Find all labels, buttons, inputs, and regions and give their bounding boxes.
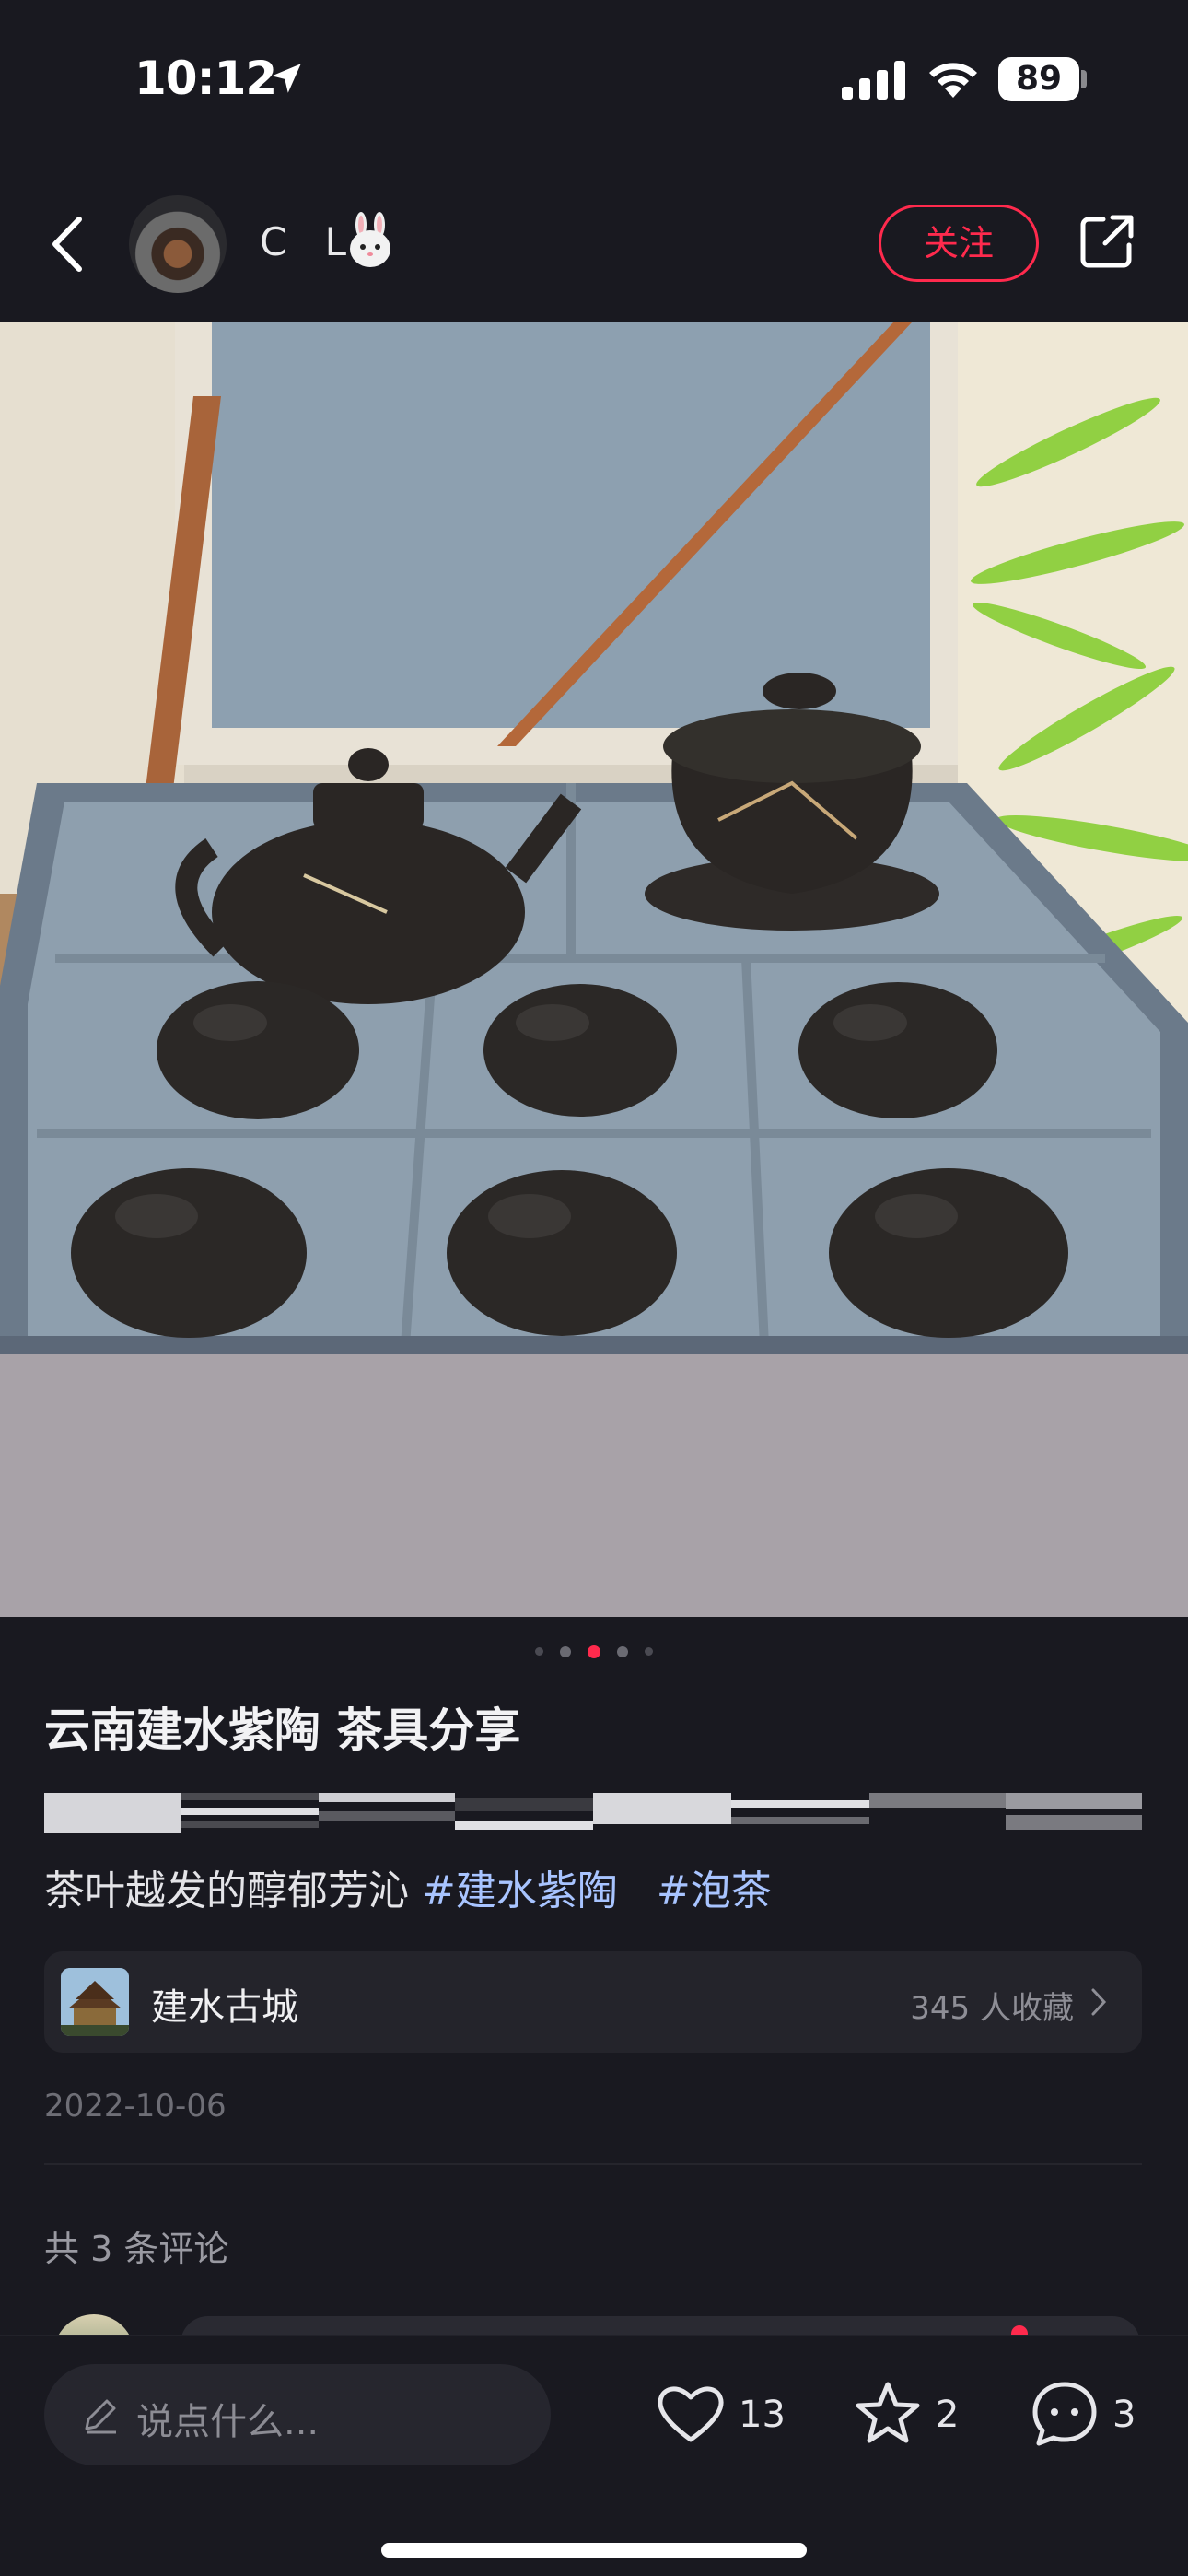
follow-button[interactable]: 关注	[879, 205, 1039, 282]
post-body: 茶叶越发的醇郁芳沁 #建水紫陶 #泡茶	[44, 1857, 772, 1916]
carousel-dot	[535, 1647, 543, 1656]
tea-set-photo-image	[0, 322, 1188, 1617]
share-icon[interactable]	[1077, 212, 1136, 271]
redacted-text-bar	[44, 1793, 1142, 1833]
carousel-dot-active	[588, 1645, 600, 1658]
pencil-icon	[85, 2399, 116, 2434]
carousel-dot	[645, 1647, 653, 1656]
comment-count: 3	[1112, 2394, 1136, 2436]
like-count: 13	[739, 2394, 786, 2436]
heart-icon	[658, 2386, 724, 2442]
hashtag-link[interactable]: #建水紫陶	[422, 1868, 618, 1914]
carousel-dot	[560, 1645, 571, 1657]
location-saved-count: 345 人收藏	[910, 1990, 1074, 2027]
chevron-right-icon	[1091, 1988, 1107, 2016]
hashtag-link[interactable]: #泡茶	[657, 1868, 772, 1914]
home-indicator[interactable]	[381, 2543, 807, 2558]
comment-button[interactable]: 3	[1028, 2373, 1157, 2456]
collect-count: 2	[936, 2394, 960, 2436]
post-photo[interactable]	[0, 322, 1188, 1617]
collect-button[interactable]: 2	[851, 2373, 980, 2456]
cellular-signal-icon	[842, 61, 905, 100]
wifi-icon	[929, 63, 977, 98]
battery-tip	[1081, 70, 1087, 88]
author-avatar[interactable]	[129, 195, 227, 293]
divider	[44, 2163, 1142, 2165]
bottom-action-bar: 说点什么... 13 2 3	[0, 2335, 1188, 2576]
status-bar: 10:12 89	[0, 0, 1188, 157]
carousel-indicator	[0, 1642, 1188, 1658]
location-name: 建水古城	[151, 1986, 298, 2029]
location-thumbnail	[61, 1968, 129, 2036]
battery-indicator: 89	[998, 57, 1079, 101]
status-time: 10:12	[134, 52, 277, 105]
post-title: 云南建水紫陶 茶具分享	[44, 1704, 521, 1757]
comment-count-header: 共 3 条评论	[44, 2229, 229, 2269]
star-icon	[856, 2382, 920, 2443]
comment-input-placeholder: 说点什么...	[136, 2401, 320, 2443]
back-chevron-icon[interactable]	[46, 214, 88, 275]
comment-bubble-icon	[1032, 2382, 1097, 2446]
post-header: C L 关注	[0, 175, 1188, 313]
location-card[interactable]: 建水古城 345 人收藏	[44, 1951, 1142, 2053]
carousel-dot	[617, 1645, 628, 1657]
location-arrow-icon	[272, 64, 301, 93]
post-date: 2022-10-06	[44, 2088, 227, 2125]
comment-input[interactable]: 说点什么...	[44, 2364, 551, 2465]
like-button[interactable]: 13	[654, 2373, 801, 2456]
post-body-text: 茶叶越发的醇郁芳沁	[44, 1868, 422, 1914]
rabbit-emoji-icon	[350, 212, 390, 267]
